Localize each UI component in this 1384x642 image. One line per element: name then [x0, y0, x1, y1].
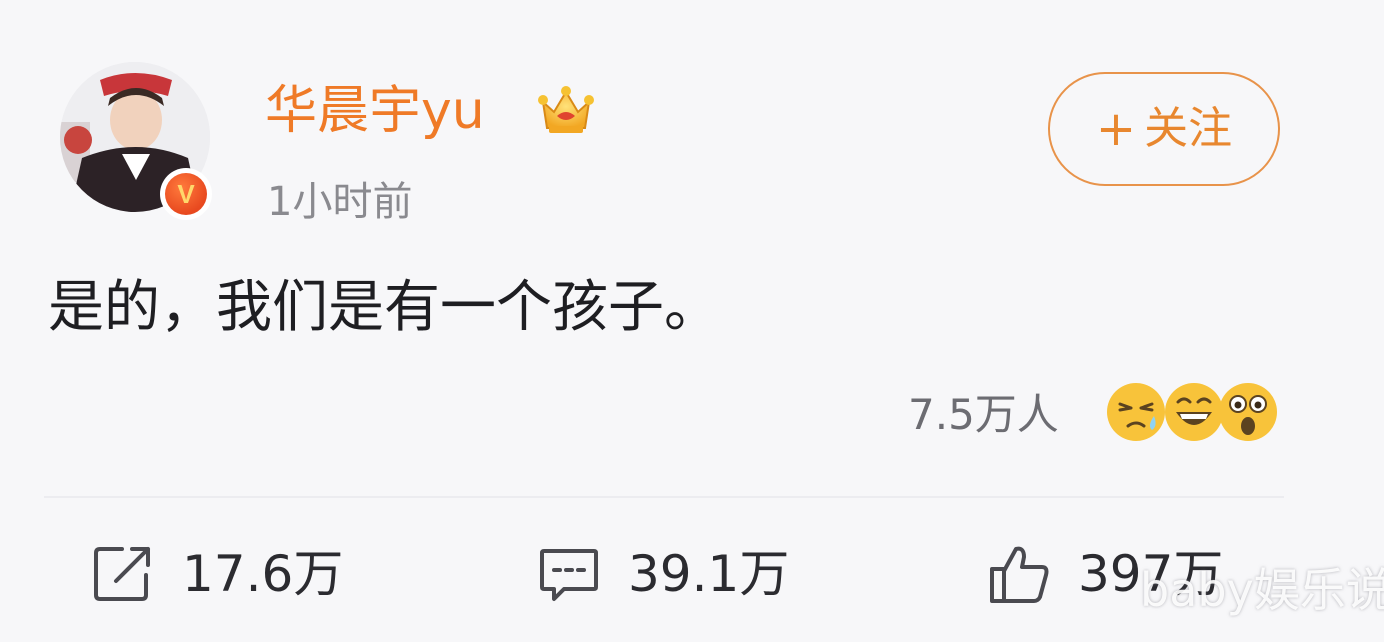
- post-text: 是的，我们是有一个孩子。: [48, 275, 720, 340]
- divider: [44, 496, 1284, 498]
- repost-button[interactable]: 17.6万: [92, 536, 343, 612]
- username[interactable]: 华晨宇yu: [265, 78, 485, 144]
- watermark: baby娱乐说: [1140, 563, 1384, 617]
- laughing-face-emoji: [1164, 382, 1224, 442]
- verified-v-icon: V: [165, 173, 207, 215]
- thumbs-up-icon: [988, 543, 1050, 605]
- post-timestamp: 1小时前: [267, 179, 413, 225]
- comment-icon: [538, 543, 600, 605]
- comment-button[interactable]: 39.1万: [538, 536, 789, 612]
- sweat-face-emoji: [1106, 382, 1166, 442]
- reaction-count[interactable]: 7.5万人: [908, 385, 1059, 445]
- plus-icon: +: [1095, 101, 1137, 157]
- verified-badge: V: [160, 168, 212, 220]
- weibo-post-card: V 华晨宇yu 1小时前 + 关注 是的，我们是有一个孩子。 7.5万人 17.…: [0, 0, 1384, 642]
- comment-count: 39.1万: [628, 545, 790, 603]
- crown-icon: [537, 82, 595, 144]
- follow-label: 关注: [1144, 103, 1233, 154]
- follow-button[interactable]: + 关注: [1048, 72, 1280, 186]
- repost-count: 17.6万: [182, 545, 344, 603]
- shocked-face-emoji: [1218, 382, 1278, 442]
- share-icon: [92, 543, 154, 605]
